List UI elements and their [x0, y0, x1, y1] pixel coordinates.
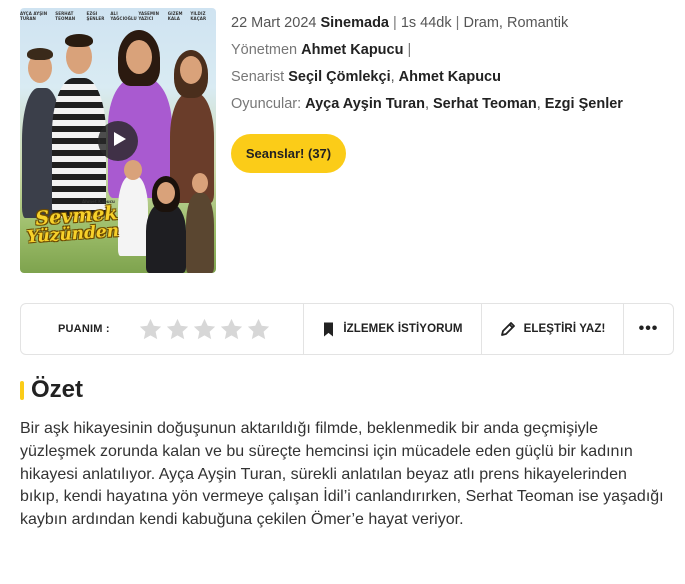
poster-figure: [52, 78, 106, 218]
comma: ,: [536, 96, 541, 112]
writer-link[interactable]: Ahmet Kapucu: [399, 69, 501, 85]
poster-credit: Gizem Kala: [167, 11, 183, 21]
more-dots-icon: •••: [638, 320, 659, 337]
writer-label: Senarist: [231, 69, 285, 85]
rating-stars[interactable]: [138, 317, 271, 342]
summary-heading: Özet: [20, 375, 83, 405]
showtimes-button[interactable]: Seanslar! (37): [231, 134, 346, 173]
movie-poster[interactable]: Ayça Ayşin Turan Serhat Teoman Ezgi Şenl…: [20, 8, 216, 273]
watchlist-label: İZLEMEK İSTİYORUM: [343, 323, 463, 335]
trailer-play-button[interactable]: [98, 121, 138, 161]
pencil-icon: [500, 321, 516, 337]
summary-title: Özet: [31, 376, 84, 403]
poster-figure-hair: [65, 34, 93, 47]
separator: |: [407, 42, 412, 58]
poster-credit: Ayça Ayşin Turan: [20, 11, 48, 21]
heading-accent-bar: [20, 380, 24, 400]
star-icon[interactable]: [165, 317, 190, 342]
write-review-button[interactable]: ELEŞTİRİ YAZ!: [482, 304, 624, 354]
cast-link[interactable]: Serhat Teoman: [433, 96, 537, 112]
director-label: Yönetmen: [231, 42, 298, 58]
release-status: Sinemada: [320, 15, 389, 31]
rating-label: PUANIM :: [58, 323, 110, 335]
write-review-label: ELEŞTİRİ YAZ!: [523, 323, 606, 335]
star-icon[interactable]: [246, 317, 271, 342]
more-options-button[interactable]: •••: [624, 304, 673, 354]
poster-figure-head: [124, 160, 142, 180]
separator: |: [393, 15, 397, 31]
play-icon: [109, 131, 128, 151]
cast-label: Oyuncular:: [231, 96, 302, 112]
poster-figure-hair: [27, 48, 53, 60]
comma: ,: [390, 69, 395, 85]
poster-figure-head: [192, 173, 208, 193]
bookmark-icon: [322, 322, 335, 337]
release-date: 22 Mart 2024: [231, 15, 317, 31]
poster-credit: Ali Yağcıoğlu: [110, 11, 137, 21]
poster-credit: Ezgi Şenler: [86, 11, 105, 21]
poster-credits: Ayça Ayşin Turan Serhat Teoman Ezgi Şenl…: [20, 8, 216, 32]
cast-row: Oyuncular: Ayça Ayşin Turan, Serhat Teom…: [231, 95, 671, 122]
poster-credit: Serhat Teoman: [55, 11, 76, 21]
star-icon[interactable]: [192, 317, 217, 342]
cast-link[interactable]: Ayça Ayşin Turan: [305, 96, 425, 112]
poster-figure: [186, 193, 214, 273]
summary-text: Bir aşk hikayesinin doğuşunun aktarıldığ…: [20, 420, 664, 529]
poster-credit: Yıldız Kaçar: [190, 11, 207, 21]
comma: ,: [424, 96, 429, 112]
director-link[interactable]: Ahmet Kapucu: [301, 42, 403, 58]
writer-link[interactable]: Seçil Çömlekçi: [288, 69, 390, 85]
poster-figure-face: [157, 182, 175, 204]
genres: Dram, Romantik: [463, 15, 569, 31]
star-icon[interactable]: [138, 317, 163, 342]
duration: 1s 44dk: [400, 15, 452, 31]
watchlist-button[interactable]: İZLEMEK İSTİYORUM: [304, 304, 482, 354]
rating-cell: PUANIM :: [21, 304, 304, 354]
poster-figure-face: [180, 56, 202, 84]
action-bar: PUANIM : İZLEMEK İSTİYORUM ELEŞTİRİ YAZ!…: [20, 303, 674, 355]
separator: |: [455, 15, 460, 31]
release-row: 22 Mart 2024 Sinemada | 1s 44dk | Dram, …: [231, 14, 671, 41]
cast-link[interactable]: Ezgi Şenler: [545, 96, 623, 112]
star-icon[interactable]: [219, 317, 244, 342]
writer-row: Senarist Seçil Çömlekçi, Ahmet Kapucu: [231, 68, 671, 95]
movie-info: 22 Mart 2024 Sinemada | 1s 44dk | Dram, …: [231, 14, 671, 122]
poster-credit: Yasemin Yazıcı: [138, 11, 160, 21]
director-row: Yönetmen Ahmet Kapucu |: [231, 41, 671, 68]
poster-figure-face: [126, 40, 152, 74]
